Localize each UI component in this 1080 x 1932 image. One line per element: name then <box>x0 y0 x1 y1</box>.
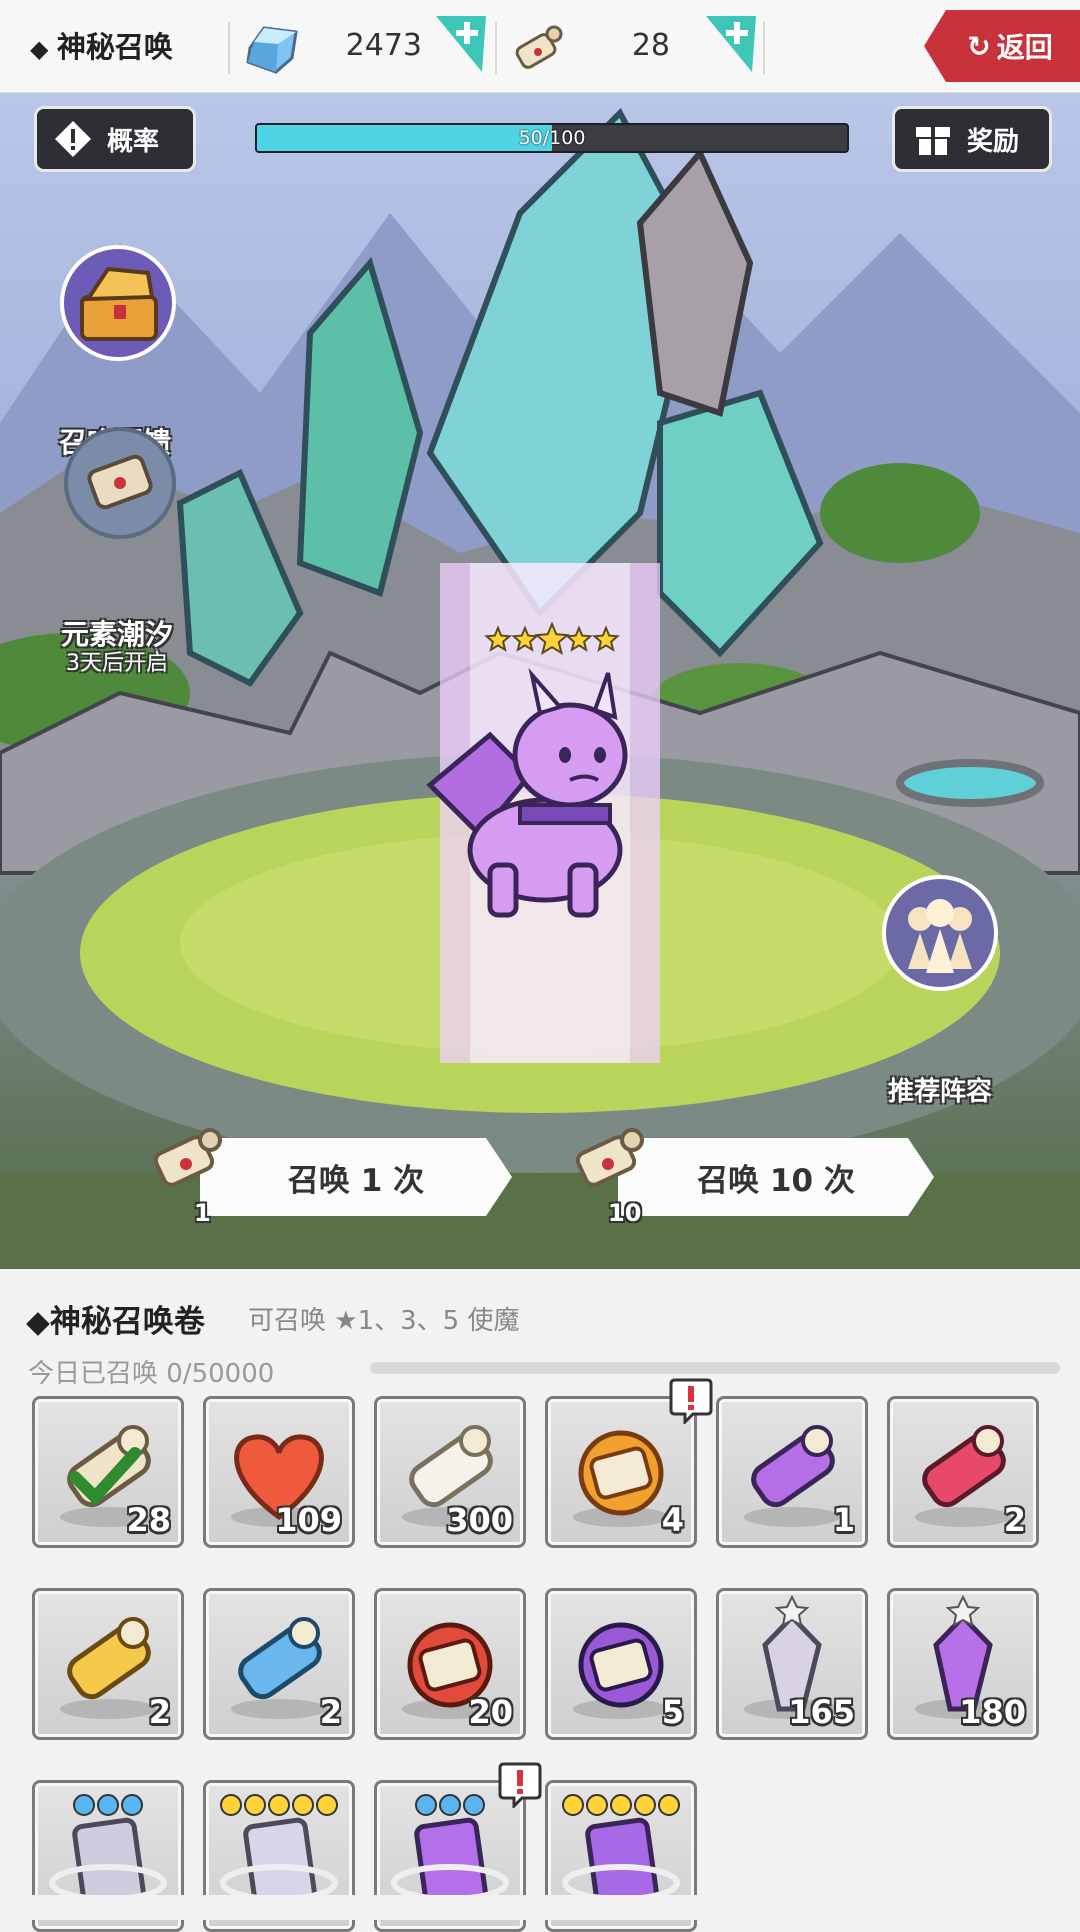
back-icon: ↻ <box>967 29 991 63</box>
rates-label: 概率 <box>107 126 160 157</box>
item-quantity: 28 <box>126 1501 171 1539</box>
item-quantity: 1 <box>832 1501 855 1539</box>
item-quantity: 2 <box>148 1693 171 1731</box>
star-icon <box>534 621 570 656</box>
summon-scroll-icon <box>515 25 563 69</box>
back-button[interactable]: ↻ 返回 <box>924 10 1080 82</box>
top-bar: 神秘召唤 2473 28 ↻ 返回 <box>0 0 1080 93</box>
treasure-chest-icon <box>60 245 176 361</box>
inventory-slot[interactable]: 28 <box>32 1396 184 1548</box>
alert-icon <box>669 1378 713 1424</box>
item-quantity: 300 <box>446 1501 513 1539</box>
summon-ten-button[interactable]: 召唤 10 次 <box>618 1138 934 1216</box>
inventory-slot[interactable]: 109 <box>203 1396 355 1548</box>
summon-ten-cost: 10 <box>608 1199 642 1227</box>
scroll-cost-icon <box>153 1128 222 1187</box>
star-icon <box>484 625 512 652</box>
summon-once-label: 召唤 1 次 <box>287 1162 425 1199</box>
inventory-slot[interactable]: 20 <box>374 1588 526 1740</box>
warning-diamond-icon <box>55 121 91 157</box>
item-quantity: 165 <box>788 1693 855 1731</box>
summon-once-cost: 1 <box>194 1199 211 1227</box>
item-quantity: 109 <box>275 1501 342 1539</box>
summon-ten-label: 召唤 10 次 <box>697 1162 855 1199</box>
inventory-title: ◆神秘召唤卷 <box>26 1304 205 1340</box>
scroll-count: 28 <box>631 28 670 63</box>
star-icon <box>565 625 593 652</box>
five-star-icon <box>484 621 620 656</box>
summon-once-button[interactable]: 召唤 1 次 <box>200 1138 512 1216</box>
rates-button[interactable]: 概率 <box>34 106 196 172</box>
rewards-button[interactable]: 奖励 <box>892 106 1052 172</box>
recommend-team-label: 推荐阵容 <box>887 1077 992 1107</box>
divider <box>495 22 497 74</box>
event-scroll-icon <box>64 427 176 539</box>
alert-icon <box>498 1762 542 1808</box>
inventory-slot[interactable]: 2 <box>32 1588 184 1740</box>
page-title: 神秘召唤 <box>30 24 173 66</box>
purple-dragon-hero <box>426 667 628 918</box>
inventory-slot[interactable]: 180 <box>887 1588 1039 1740</box>
divider <box>228 22 230 74</box>
daily-summon-track <box>370 1362 1060 1374</box>
crystal-count: 2473 <box>345 28 422 63</box>
gift-box-icon <box>916 127 950 155</box>
team-silhouette-icon <box>882 875 998 991</box>
summon-scene: 概率 50/100 奖励 召唤回馈 元素潮汐 3天后开启 <box>0 93 1080 1269</box>
element-tide-countdown: 3天后开启 <box>66 651 168 676</box>
recommend-team-button[interactable]: 推荐阵容 <box>875 873 1005 1107</box>
star-icon <box>592 625 620 652</box>
summon-feedback-button[interactable]: 召唤回馈 <box>48 243 182 459</box>
item-quantity: 2 <box>1003 1501 1026 1539</box>
blue-crystal-icon <box>246 26 298 74</box>
inventory-slot[interactable]: 1 <box>716 1396 868 1548</box>
item-quantity: 2 <box>319 1693 342 1731</box>
daily-summon-count: 今日已召唤 0/50000 <box>28 1359 275 1389</box>
inventory-slot[interactable]: 165 <box>716 1588 868 1740</box>
item-quantity: 180 <box>959 1693 1026 1731</box>
inventory-slot[interactable]: 300 <box>374 1396 526 1548</box>
element-tide-event[interactable]: 元素潮汐 3天后开启 <box>50 423 184 676</box>
inventory-slot[interactable]: 2 <box>887 1396 1039 1548</box>
summon-progress-bar: 50/100 <box>255 123 849 153</box>
divider <box>763 22 765 74</box>
back-label: 返回 <box>996 31 1053 64</box>
star-icon <box>511 625 539 652</box>
bottom-edge <box>0 1895 1080 1920</box>
hero-star-rating <box>482 621 622 657</box>
add-scroll-button[interactable] <box>706 16 756 72</box>
inventory-slot[interactable]: 2 <box>203 1588 355 1740</box>
summon-progress-text: 50/100 <box>518 127 586 149</box>
item-quantity: 4 <box>661 1501 684 1539</box>
inventory-slot[interactable]: 5 <box>545 1588 697 1740</box>
item-quantity: 20 <box>468 1693 513 1731</box>
scroll-cost-icon <box>575 1128 644 1187</box>
add-crystal-button[interactable] <box>436 16 486 72</box>
inventory-subtitle: 可召唤 ★1、3、5 使魔 <box>248 1306 520 1336</box>
rewards-label: 奖励 <box>967 126 1020 157</box>
item-quantity: 5 <box>661 1693 684 1731</box>
